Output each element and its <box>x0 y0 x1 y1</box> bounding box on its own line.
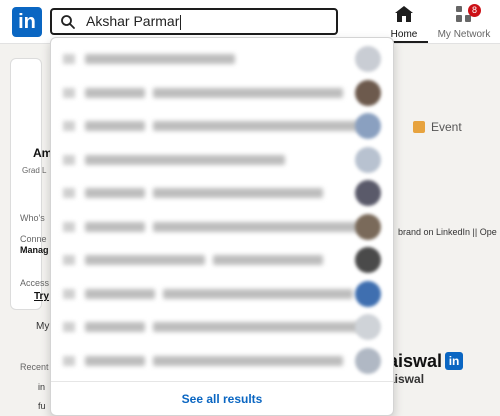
search-result-item[interactable] <box>51 210 393 244</box>
hashtag-item-1[interactable]: in <box>38 382 45 392</box>
search-suggestions-dropdown: See all results <box>50 37 394 416</box>
manage-label[interactable]: Manag <box>20 245 49 255</box>
profile-subtitle: Grad L <box>22 166 47 175</box>
result-avatar <box>355 213 381 240</box>
result-text-blurred <box>153 322 373 332</box>
search-icon <box>61 15 75 29</box>
search-result-item[interactable] <box>51 76 393 110</box>
result-text-blurred <box>85 54 235 64</box>
search-result-item[interactable] <box>51 344 393 378</box>
nav-home[interactable]: Home <box>374 5 434 40</box>
result-avatar <box>355 113 381 139</box>
result-text-blurred <box>85 121 145 131</box>
profile-card <box>10 58 42 310</box>
nav-my-network-label: My Network <box>437 29 491 40</box>
search-result-item[interactable] <box>51 109 393 143</box>
search-result-item[interactable] <box>51 310 393 344</box>
result-type-icon <box>63 188 75 198</box>
result-text-blurred <box>153 188 323 198</box>
result-avatar <box>355 314 381 340</box>
search-result-item[interactable] <box>51 277 393 311</box>
result-text-blurred <box>163 288 353 299</box>
search-result-item[interactable] <box>51 42 393 76</box>
result-avatar <box>355 46 381 72</box>
calendar-icon <box>413 121 425 133</box>
result-text-blurred <box>85 322 145 332</box>
result-text-blurred <box>85 255 205 265</box>
result-text-blurred <box>153 221 373 232</box>
text-caret <box>180 14 182 30</box>
result-type-icon <box>63 255 75 265</box>
event-button[interactable]: Event <box>413 120 462 134</box>
search-bar[interactable]: Akshar Parmar <box>50 8 338 35</box>
result-text-blurred <box>213 255 323 265</box>
my-items-link[interactable]: My <box>36 321 49 332</box>
result-type-icon <box>63 355 75 366</box>
post-snippet: brand on LinkedIn || Ope <box>398 227 497 237</box>
post-author-name[interactable]: aiswal in <box>388 351 464 372</box>
result-text-blurred <box>153 87 343 98</box>
result-avatar <box>355 247 381 273</box>
whos-viewed-label[interactable]: Who's <box>20 213 45 223</box>
result-avatar <box>355 146 381 173</box>
linkedin-badge-icon: in <box>445 352 464 370</box>
linkedin-logo[interactable]: in <box>12 7 42 37</box>
event-label: Event <box>431 120 462 134</box>
try-premium-link[interactable]: Try <box>34 291 49 302</box>
result-avatar <box>355 180 381 206</box>
result-type-icon <box>63 87 75 98</box>
home-icon <box>395 6 413 22</box>
result-text-blurred <box>85 188 145 198</box>
result-text-blurred <box>85 87 145 98</box>
result-type-icon <box>63 221 75 232</box>
result-text-blurred <box>85 221 145 232</box>
result-type-icon <box>63 54 75 64</box>
recent-label: Recent <box>20 362 49 372</box>
result-text-blurred <box>153 355 343 366</box>
hashtag-item-2[interactable]: fu <box>38 401 46 411</box>
connections-label[interactable]: Conne <box>20 234 47 244</box>
result-avatar <box>355 280 381 307</box>
result-text-blurred <box>153 121 363 131</box>
search-result-item[interactable] <box>51 176 393 210</box>
result-type-icon <box>63 288 75 299</box>
result-text-blurred <box>85 355 145 366</box>
result-avatar <box>355 347 381 374</box>
nav-my-network[interactable]: 8 My Network <box>434 4 494 40</box>
result-avatar <box>355 79 381 106</box>
search-input[interactable]: Akshar Parmar <box>86 13 182 30</box>
notification-badge: 8 <box>468 4 481 17</box>
result-type-icon <box>63 322 75 332</box>
result-text-blurred <box>85 288 155 299</box>
result-type-icon <box>63 121 75 131</box>
search-result-item[interactable] <box>51 243 393 277</box>
author-name-text: aiswal <box>388 351 443 371</box>
result-type-icon <box>63 154 75 165</box>
access-label: Access <box>20 278 50 288</box>
result-text-blurred <box>85 154 285 165</box>
search-result-item[interactable] <box>51 143 393 177</box>
see-all-results-link[interactable]: See all results <box>51 381 393 406</box>
